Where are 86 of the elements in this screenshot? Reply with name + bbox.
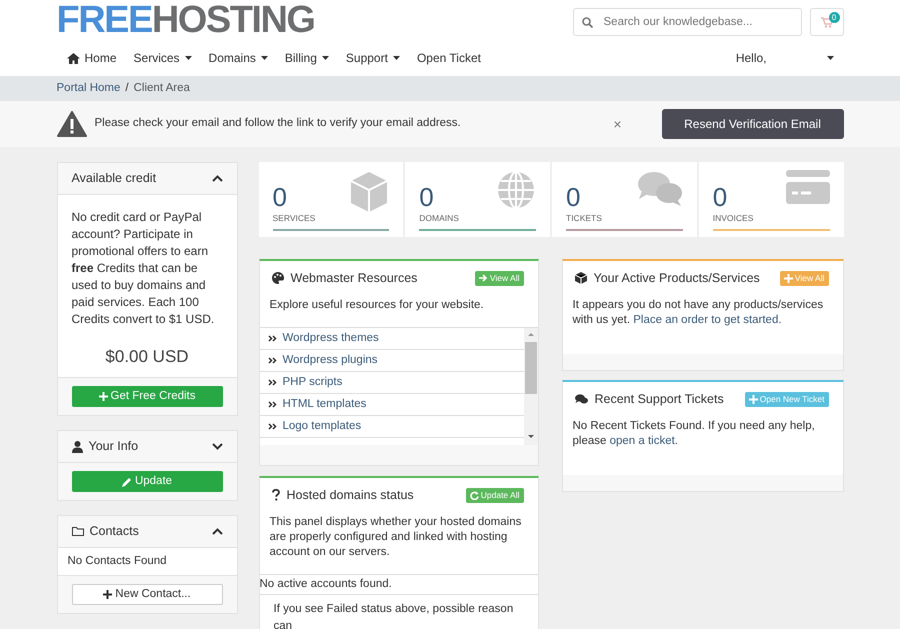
stat-count: 0 bbox=[272, 184, 287, 210]
panel-text: Explore useful resources for your website. bbox=[268, 298, 485, 313]
user-menu[interactable]: Hello, bbox=[736, 49, 834, 67]
stat-label: TICKETS bbox=[566, 212, 683, 231]
credit-card-icon bbox=[786, 170, 830, 204]
plus-icon bbox=[748, 394, 758, 404]
double-chevron-icon bbox=[268, 334, 276, 342]
nav-link[interactable]: Support bbox=[346, 49, 400, 67]
panel-title: Webmaster Resources bbox=[290, 270, 418, 287]
plus-icon bbox=[784, 274, 793, 283]
resource-link[interactable]: Logo templates bbox=[282, 418, 362, 435]
stat-label: DOMAINS bbox=[419, 212, 536, 231]
stat-count: 0 bbox=[712, 184, 728, 210]
caret-icon bbox=[184, 56, 192, 60]
arrow-right-icon bbox=[478, 274, 488, 282]
double-chevron-icon bbox=[268, 378, 276, 386]
globe-icon bbox=[496, 170, 536, 210]
stat-card[interactable]: 0 INVOICES bbox=[698, 162, 844, 237]
chevron-down-icon[interactable] bbox=[212, 443, 222, 450]
double-chevron-icon bbox=[268, 400, 276, 408]
double-chevron-icon bbox=[268, 422, 276, 430]
panel-text: It appears you do not have any products/services with us yet. Place an order to get started. bbox=[572, 298, 824, 328]
stat-label: SERVICES bbox=[272, 212, 390, 231]
empty-accounts-text: No active accounts found. bbox=[260, 574, 538, 595]
alert-message: Please check your email and follow the link to verify your email address. bbox=[94, 116, 461, 132]
panel-link[interactable]: open a ticket. bbox=[610, 434, 678, 446]
resend-verification-button[interactable]: Resend Verification Email bbox=[662, 109, 844, 139]
resource-link[interactable]: Wordpress themes bbox=[282, 330, 379, 347]
panel-title: Available credit bbox=[72, 170, 156, 187]
comments-icon bbox=[636, 170, 683, 208]
stat-card[interactable]: 0 SERVICES bbox=[258, 162, 404, 237]
user-icon bbox=[72, 440, 82, 453]
chevron-up-icon[interactable] bbox=[212, 528, 222, 535]
comments-icon bbox=[574, 394, 588, 405]
pencil-icon bbox=[122, 476, 132, 486]
panel-title: Contacts bbox=[90, 523, 139, 540]
credit-description: No credit card or PayPal account? Participate in promotional offers to earn free Credits that can be used to buy domains and paid services. Each 100 Credits convert to $1 USD. bbox=[72, 208, 216, 328]
cart-icon bbox=[820, 16, 832, 28]
nav-link[interactable]: Domains bbox=[208, 49, 268, 67]
panel-text: This panel displays whether your hosted domains are properly configured and linked with hosting account on our servers. bbox=[268, 514, 522, 560]
stat-count: 0 bbox=[419, 184, 434, 210]
stat-card[interactable]: 0 TICKETS bbox=[552, 162, 697, 237]
cube-icon bbox=[574, 272, 586, 284]
cart-count-badge: 0 bbox=[828, 12, 840, 23]
plus-icon bbox=[98, 392, 108, 402]
nav-link[interactable]: Services bbox=[134, 49, 192, 67]
panel-text: No Recent Tickets Found. If you need any help, please open a ticket. bbox=[572, 418, 816, 448]
nav-link[interactable]: Billing bbox=[284, 49, 329, 67]
resource-link[interactable]: PHP scripts bbox=[282, 374, 342, 391]
palette-icon bbox=[272, 272, 284, 284]
credit-amount: $0.00 USD bbox=[104, 346, 190, 368]
breadcrumb-link[interactable]: Portal Home bbox=[56, 80, 120, 98]
chevron-up-icon[interactable] bbox=[212, 174, 222, 182]
panel-title: Recent Support Tickets bbox=[594, 390, 724, 408]
caret-icon bbox=[392, 56, 400, 60]
panel-title: Hosted domains status bbox=[286, 486, 414, 504]
resource-link[interactable]: HTML templates bbox=[282, 396, 366, 413]
panel-title: Your Active Products/Services bbox=[594, 270, 760, 287]
nav-link[interactable]: Open Ticket bbox=[416, 49, 481, 67]
resource-link[interactable]: Wordpress plugins bbox=[282, 352, 378, 369]
caret-icon bbox=[322, 56, 329, 60]
stat-card[interactable]: 0 DOMAINS bbox=[405, 162, 550, 237]
panel-note: If you see Failed status above, possible reason can bbox=[272, 602, 514, 629]
caret-icon bbox=[260, 56, 268, 60]
caret-icon bbox=[826, 56, 834, 60]
warning-icon bbox=[56, 111, 86, 137]
close-button[interactable]: × bbox=[613, 114, 622, 134]
plus-icon bbox=[103, 590, 112, 599]
double-chevron-icon bbox=[268, 356, 276, 364]
panel-title: Your Info bbox=[88, 438, 138, 456]
folder-icon bbox=[72, 526, 84, 536]
home-icon bbox=[66, 52, 80, 64]
stat-count: 0 bbox=[566, 184, 580, 210]
new-contact-button[interactable]: New Contact... bbox=[72, 584, 222, 605]
question-icon bbox=[272, 489, 280, 502]
cube-icon bbox=[349, 170, 390, 214]
stat-label: INVOICES bbox=[712, 212, 830, 231]
search-field[interactable]: Search our knowledgebase... bbox=[572, 8, 802, 36]
empty-contacts-text: No Contacts Found bbox=[66, 554, 168, 569]
search-icon bbox=[582, 17, 592, 28]
breadcrumb-separator: / bbox=[125, 80, 129, 96]
logo[interactable]: FREEHOSTING bbox=[56, 0, 314, 40]
nav-link[interactable]: Home bbox=[66, 49, 117, 67]
refresh-icon bbox=[470, 490, 479, 500]
breadcrumb-current: Client Area bbox=[134, 80, 190, 96]
panel-link[interactable]: Place an order to get started. bbox=[633, 314, 782, 326]
